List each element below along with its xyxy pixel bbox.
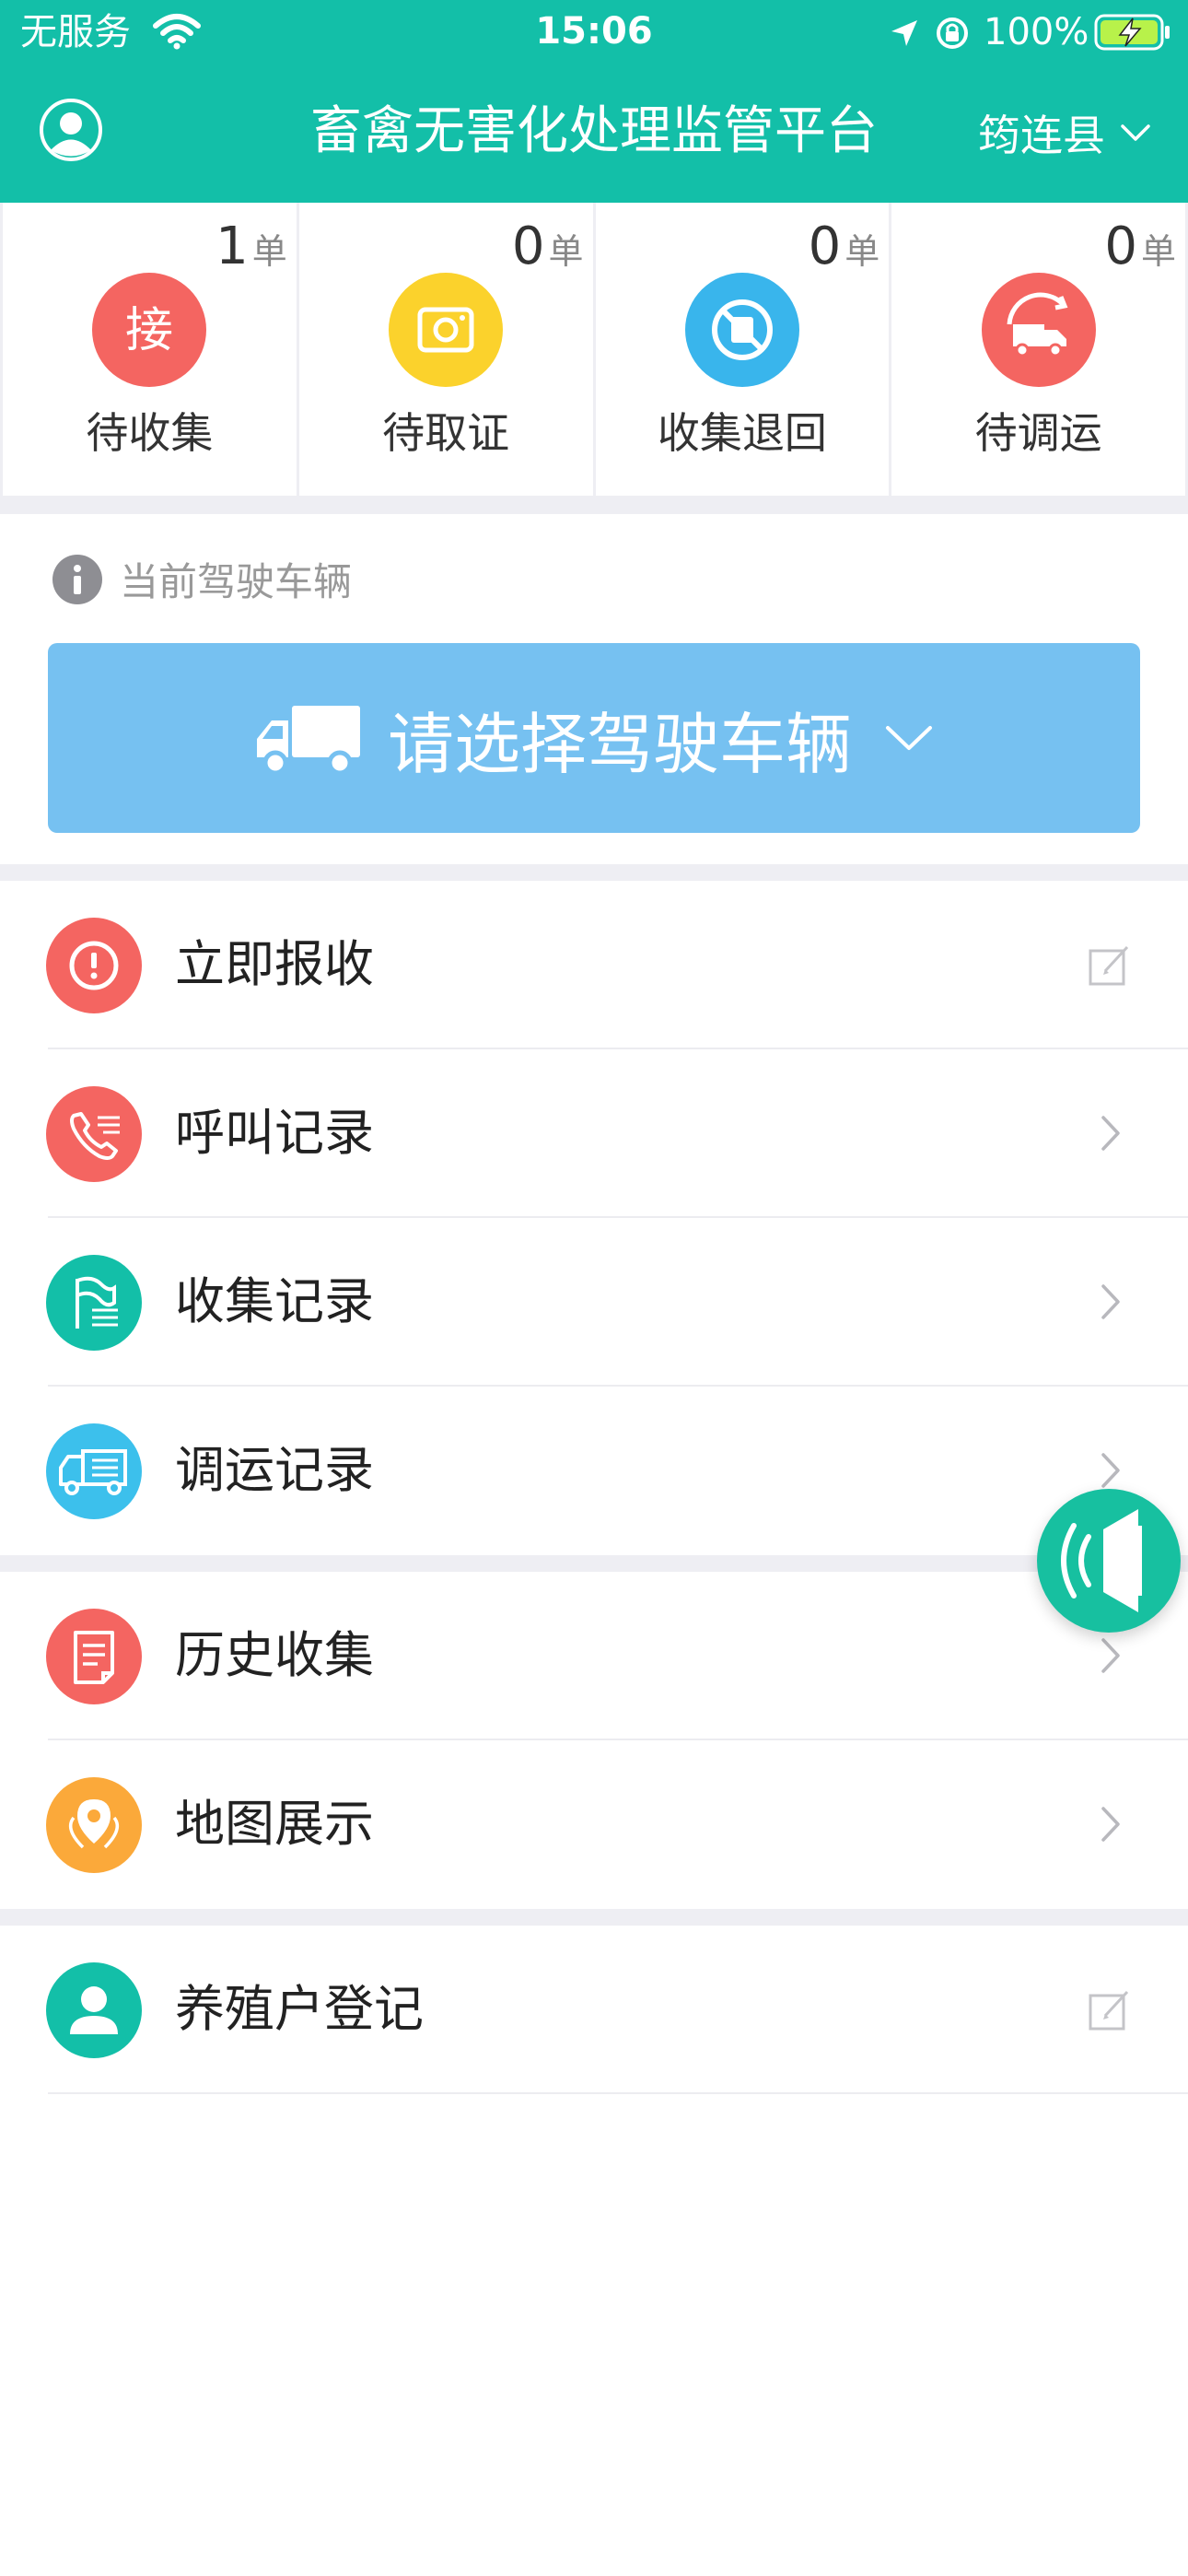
transport-icon [46, 1423, 142, 1519]
menu-item-transport-records[interactable]: 调运记录 [0, 1387, 1188, 1555]
chevron-right-icon [1101, 1638, 1120, 1673]
tile-label: 收集退回 [657, 408, 827, 458]
edit-icon [1089, 1990, 1129, 2031]
count-unit: 单 [844, 231, 880, 272]
section-divider [0, 1909, 1188, 1926]
voice-broadcast-button[interactable] [1037, 1489, 1181, 1633]
map-pin-icon [46, 1777, 142, 1873]
receive-icon: 接 [92, 273, 207, 387]
tile-count: 1 单 [215, 217, 287, 276]
summary-tiles: 1 单 接 待收集 0 单 待取证 0 单 收集退回 0 单 待调运 [0, 203, 1188, 498]
section-divider [0, 864, 1188, 881]
count-unit: 单 [251, 231, 287, 272]
menu-group-3: 养殖户登记 [0, 1926, 1188, 2094]
count-value: 0 [1104, 217, 1137, 276]
menu-group-1: 立即报收 呼叫记录 收集记录 调运记录 [0, 881, 1188, 1555]
section-divider [0, 1555, 1188, 1572]
edit-icon [1089, 945, 1129, 986]
status-bar: 无服务 15:06 100% [0, 0, 1188, 64]
truck-icon [256, 706, 360, 776]
alert-icon [46, 918, 142, 1013]
wifi-icon [153, 14, 201, 50]
camera-icon [389, 273, 504, 387]
tile-label: 待调运 [974, 408, 1102, 458]
count-value: 0 [511, 217, 545, 276]
region-selector[interactable]: 筠连县 [978, 105, 1151, 160]
tile-pending-evidence[interactable]: 0 单 待取证 [298, 203, 593, 496]
speaker-icon [1061, 1509, 1142, 1612]
carrier-text: 无服务 [20, 11, 131, 53]
row-divider [48, 2092, 1188, 2094]
nav-bar: 畜禽无害化处理监管平台 筠连县 [0, 64, 1188, 203]
menu-label: 立即报收 [175, 935, 374, 993]
document-icon [46, 1609, 142, 1704]
menu-label: 历史收集 [175, 1626, 374, 1684]
svg-text:接: 接 [125, 303, 173, 358]
battery-percent: 100% [984, 11, 1089, 53]
menu-group-2: 历史收集 地图展示 [0, 1572, 1188, 1909]
count-value: 0 [808, 217, 842, 276]
phone-icon [46, 1086, 142, 1182]
menu-label: 养殖户登记 [175, 1980, 424, 2038]
rotation-lock-icon [937, 18, 968, 49]
menu-label: 调运记录 [175, 1441, 374, 1499]
chevron-right-icon [1101, 1453, 1120, 1488]
select-vehicle-button[interactable]: 请选择驾驶车辆 [48, 643, 1140, 833]
count-value: 1 [215, 217, 249, 276]
menu-item-collection-records[interactable]: 收集记录 [0, 1218, 1188, 1387]
chevron-right-icon [1101, 1116, 1120, 1151]
menu-item-report[interactable]: 立即报收 [0, 881, 1188, 1049]
return-icon [684, 273, 799, 387]
vehicle-hint: 当前驾驶车辆 [52, 551, 352, 607]
menu-label: 地图展示 [175, 1795, 374, 1853]
menu-item-history-collection[interactable]: 历史收集 [0, 1572, 1188, 1740]
menu-item-map-display[interactable]: 地图展示 [0, 1740, 1188, 1909]
count-unit: 单 [548, 231, 584, 272]
chevron-right-icon [1101, 1284, 1120, 1319]
select-vehicle-label: 请选择驾驶车辆 [387, 705, 852, 783]
vehicle-hint-text: 当前驾驶车辆 [120, 559, 353, 604]
tile-collection-returned[interactable]: 0 单 收集退回 [595, 203, 890, 496]
flag-icon [46, 1255, 142, 1351]
menu-item-call-records[interactable]: 呼叫记录 [0, 1049, 1188, 1218]
truck-return-icon [981, 273, 1096, 387]
tile-count: 0 单 [512, 217, 584, 276]
battery-charging-icon [1094, 14, 1170, 51]
avatar-icon[interactable] [39, 98, 103, 162]
chevron-down-icon [1121, 124, 1150, 141]
chevron-right-icon [1101, 1807, 1120, 1842]
location-arrow-icon [891, 20, 917, 46]
region-label: 筠连县 [978, 111, 1105, 160]
tile-pending-transport[interactable]: 0 单 待调运 [891, 203, 1185, 496]
tile-pending-collection[interactable]: 1 单 接 待收集 [3, 203, 297, 496]
count-unit: 单 [1140, 231, 1176, 272]
menu-item-farmer-registration[interactable]: 养殖户登记 [0, 1926, 1188, 2094]
app-screen: 无服务 15:06 100% 畜禽无害化处理监管平台 筠连县 1 单 接 待收集… [0, 0, 1188, 2576]
menu-label: 呼叫记录 [175, 1104, 374, 1162]
user-icon [46, 1962, 142, 2058]
tile-count: 0 单 [1104, 217, 1176, 276]
header: 无服务 15:06 100% 畜禽无害化处理监管平台 筠连县 [0, 0, 1188, 203]
tile-count: 0 单 [809, 217, 880, 276]
info-icon [52, 554, 102, 604]
menu-label: 收集记录 [175, 1272, 374, 1330]
vehicle-section: 当前驾驶车辆 请选择驾驶车辆 [0, 514, 1188, 864]
chevron-down-icon [886, 726, 932, 750]
tile-label: 待收集 [86, 408, 214, 458]
section-divider [0, 498, 1188, 514]
tile-label: 待取证 [382, 408, 510, 458]
